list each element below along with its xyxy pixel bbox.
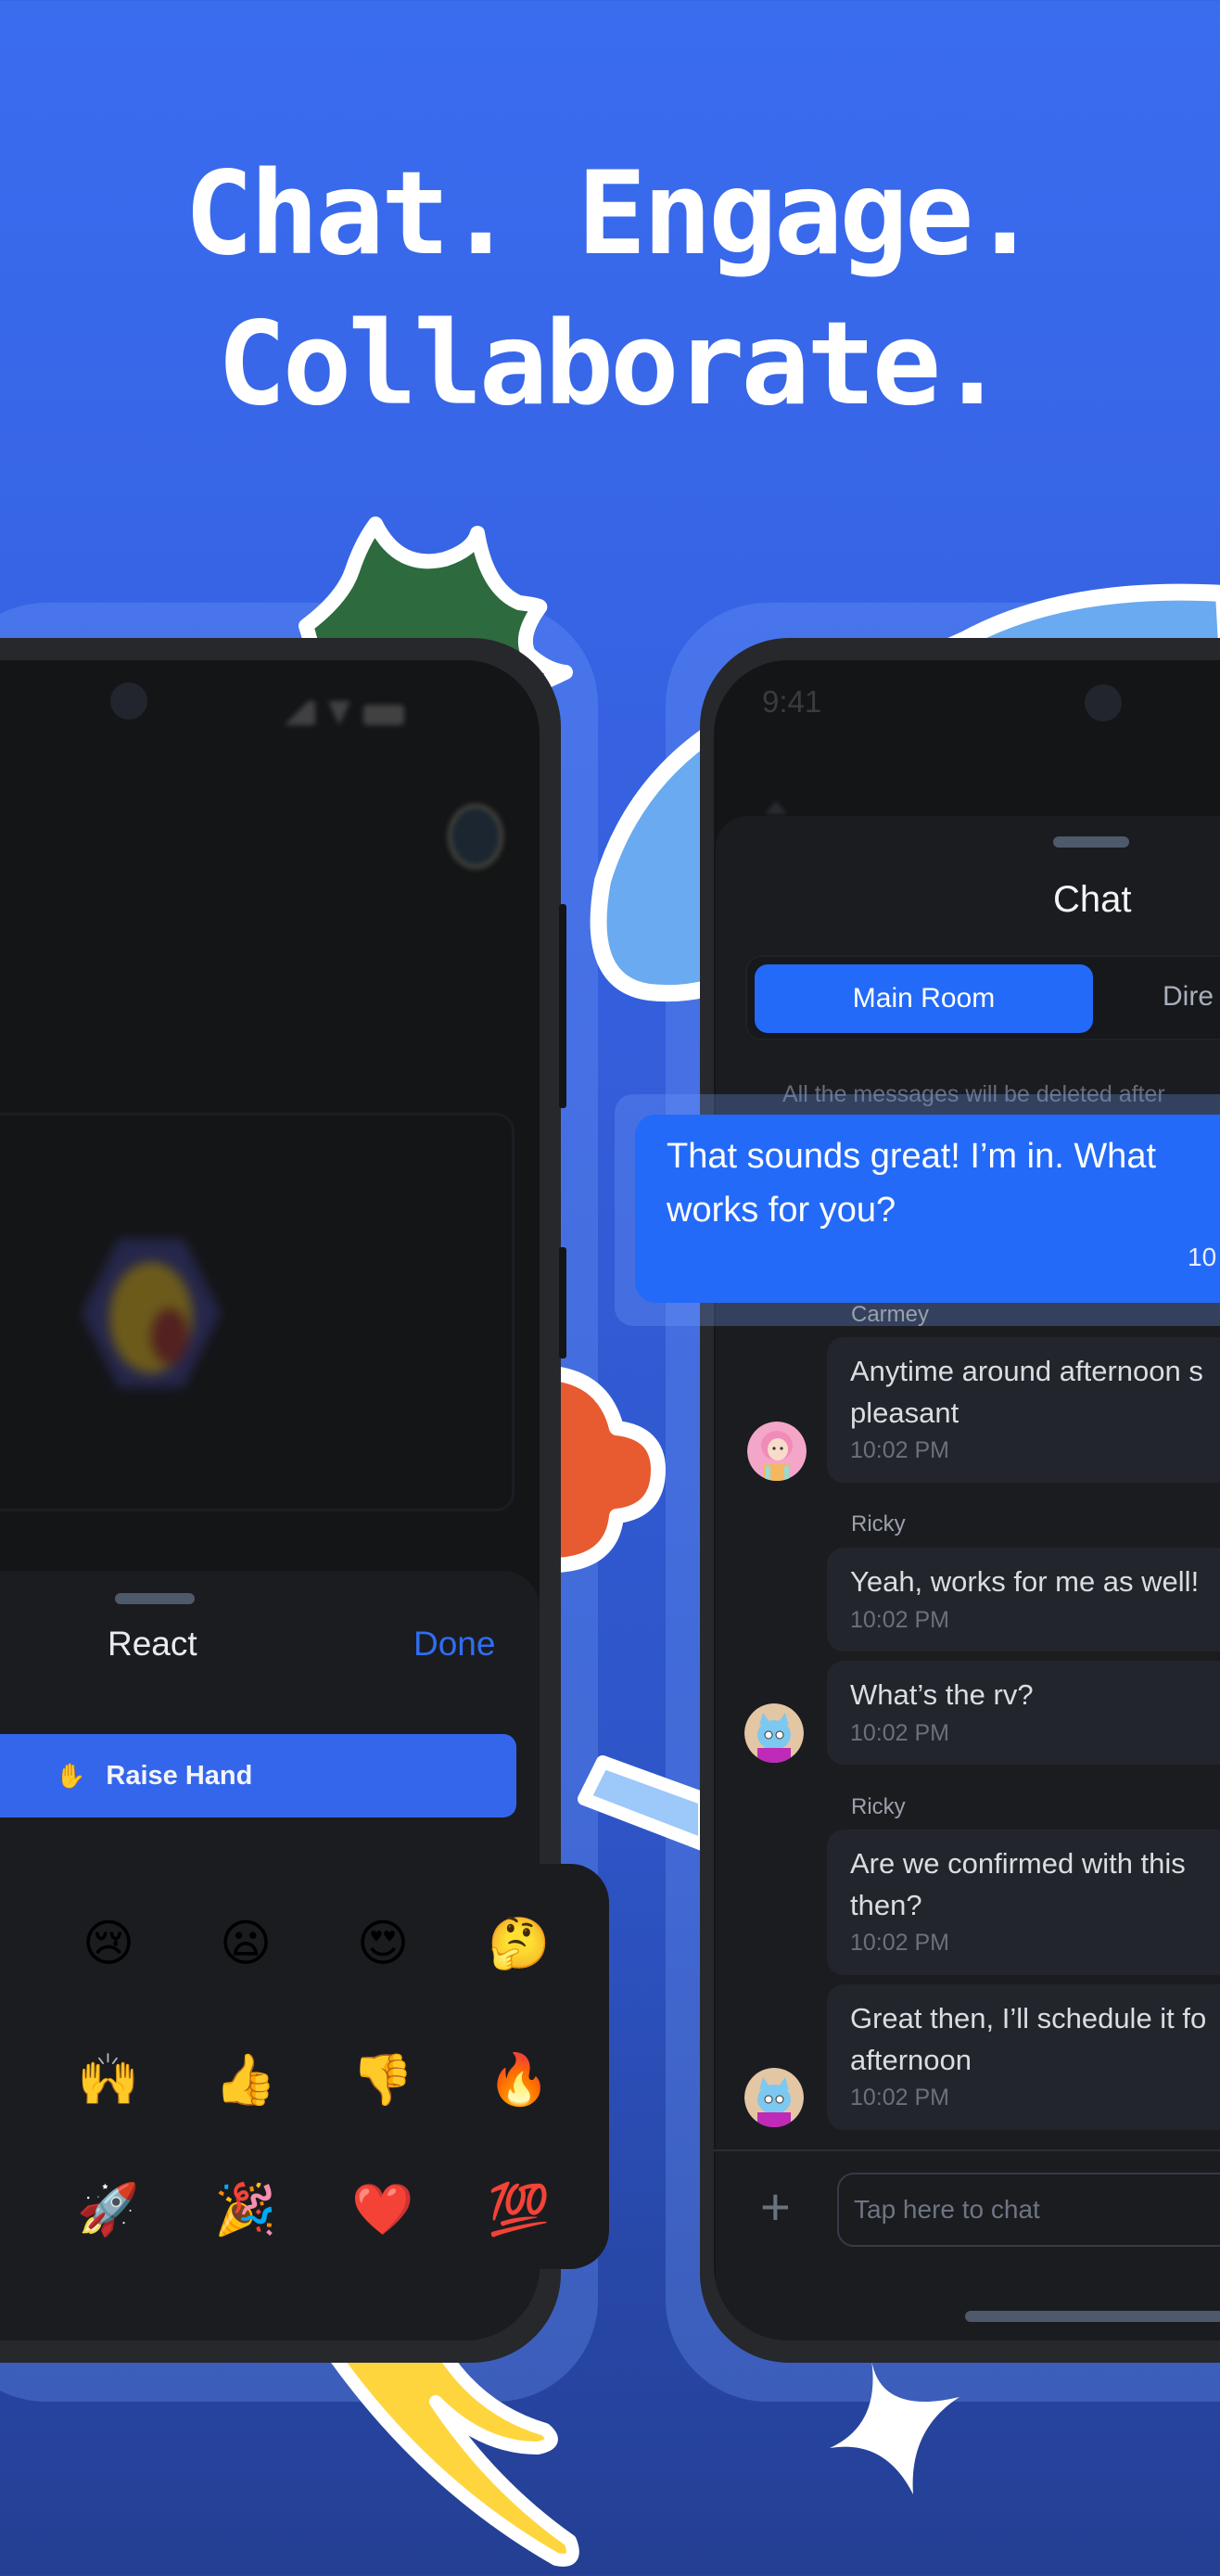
ricky-avatar-icon (744, 2068, 804, 2127)
carmey-avatar-icon (747, 1422, 807, 1481)
ricky-avatar[interactable] (744, 2068, 804, 2127)
composer-divider (714, 2149, 1220, 2151)
sender-name: Carmey (851, 1302, 930, 1327)
emoji-red-heart[interactable]: ❤️ (346, 2173, 420, 2247)
message-bubble[interactable]: Great then, I’ll schedule it fo afternoo… (827, 1984, 1220, 2130)
emoji-thumbs-down[interactable]: 👎 (346, 2043, 420, 2117)
headline: Chat. Engage. Collaborate. (0, 139, 1220, 440)
left-phone-side-button (559, 904, 566, 1108)
own-message-time: 10 (1188, 1243, 1217, 1271)
message-bubble[interactable]: Are we confirmed with this then? 10:02 P… (827, 1830, 1220, 1975)
emoji-thumbs-up[interactable]: 👍 (209, 2043, 283, 2117)
emoji-rocket[interactable]: 🚀 (71, 2173, 146, 2247)
ricky-avatar-icon (744, 1703, 804, 1763)
light-blue-bar-sticker (578, 1755, 705, 1852)
front-camera (1085, 684, 1122, 721)
emoji-crying-face[interactable]: 😢 (71, 1906, 146, 1981)
headline-line-1: Chat. Engage. (184, 147, 1040, 281)
status-icons (278, 701, 404, 725)
raised-hand-icon: ✋ (56, 1761, 86, 1790)
emoji-frowning-face[interactable]: 😦 (209, 1906, 283, 1981)
chat-input-field[interactable] (837, 2173, 1220, 2247)
user-avatar-blurred (448, 804, 503, 869)
ricky-avatar[interactable] (744, 1703, 804, 1763)
carmey-avatar[interactable] (747, 1422, 807, 1481)
react-sheet-title: React (108, 1625, 197, 1663)
chat-input[interactable] (854, 2174, 1220, 2245)
video-tile (0, 1113, 515, 1511)
white-sparkle-sticker (830, 2360, 959, 2494)
duck-avatar-blurred (82, 1239, 221, 1387)
plus-icon[interactable]: + (760, 2181, 791, 2233)
sender-name: Ricky (851, 1511, 906, 1537)
home-indicator (965, 2311, 1220, 2322)
emoji-raising-hands[interactable]: 🙌 (71, 2043, 146, 2117)
emoji-fire[interactable]: 🔥 (482, 2043, 556, 2117)
raise-hand-button[interactable]: ✋ Raise Hand (0, 1734, 516, 1817)
done-button[interactable]: Done (413, 1625, 495, 1664)
sheet-drag-handle[interactable] (1053, 836, 1129, 848)
wifi-icon (328, 701, 350, 725)
own-message-bubble[interactable]: That sounds great! I’m in. What works fo… (635, 1115, 1220, 1303)
own-message-text: That sounds great! I’m in. What works fo… (667, 1137, 1157, 1230)
message-bubble[interactable]: What’s the rv? 10:02 PM (827, 1661, 1220, 1765)
emoji-heart-eyes[interactable]: 😍 (346, 1906, 420, 1981)
emoji-thinking-face[interactable]: 🤔 (482, 1906, 556, 1981)
yellow-flame-sticker (327, 2349, 579, 2567)
raise-hand-label: Raise Hand (106, 1760, 253, 1791)
message-bubble[interactable]: Yeah, works for me as well! 10:02 PM (827, 1548, 1220, 1651)
emoji-hundred-points[interactable]: 💯 (482, 2173, 556, 2247)
tab-direct[interactable]: Dire (1163, 981, 1214, 1013)
tab-main-room[interactable]: Main Room (755, 964, 1093, 1033)
sheet-drag-handle[interactable] (115, 1593, 195, 1604)
emoji-reaction-panel: 😢 😦 😍 🤔 🙌 👍 👎 🔥 🚀 🎉 ❤️ 💯 (0, 1864, 609, 2269)
sender-name: Ricky (851, 1794, 906, 1819)
battery-icon (363, 705, 404, 725)
left-phone-side-button-2 (559, 1247, 566, 1358)
status-time: 9:41 (762, 684, 822, 719)
chat-tabs: Main Room Dire (745, 955, 1220, 1040)
headline-line-2: Collaborate. (217, 298, 1007, 431)
front-camera (110, 682, 147, 720)
message-bubble[interactable]: Anytime around afternoon s pleasant 10:0… (827, 1337, 1220, 1483)
signal-icon (278, 701, 315, 725)
chat-sheet-title: Chat (1053, 879, 1132, 920)
emoji-party-popper[interactable]: 🎉 (209, 2173, 283, 2247)
